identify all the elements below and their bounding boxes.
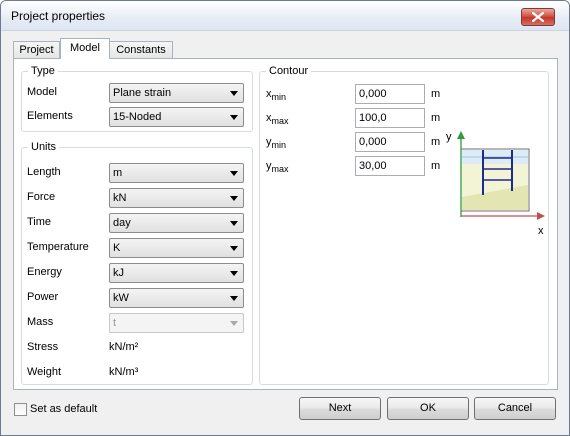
xmin-input[interactable]: 0,000 bbox=[355, 84, 425, 104]
model-tab-panel: Type Model Plane strain Elements 15-Node… bbox=[13, 58, 558, 390]
type-group: Type Model Plane strain Elements 15-Node… bbox=[21, 65, 253, 132]
mass-label: Mass bbox=[27, 316, 54, 328]
ymax-input[interactable]: 30,00 bbox=[355, 156, 425, 176]
contour-group-title: Contour bbox=[266, 65, 312, 77]
power-label: Power bbox=[27, 291, 59, 303]
diagram-x-label: x bbox=[538, 225, 544, 237]
energy-unit-value: kJ bbox=[113, 267, 124, 279]
weight-label: Weight bbox=[27, 366, 62, 378]
elements-select[interactable]: 15-Noded bbox=[109, 107, 244, 127]
chevron-down-icon bbox=[230, 196, 238, 201]
xmin-sub: min bbox=[271, 92, 287, 102]
title-bar: Project properties bbox=[1, 1, 569, 31]
temperature-unit-select[interactable]: K bbox=[109, 238, 244, 258]
chevron-down-icon bbox=[230, 246, 238, 251]
force-unit-select[interactable]: kN bbox=[109, 188, 244, 208]
mass-unit-select: t bbox=[109, 313, 244, 333]
y-axis-arrow-icon bbox=[457, 131, 465, 139]
time-unit-value: day bbox=[113, 217, 131, 229]
ymin-input[interactable]: 0,000 bbox=[355, 132, 425, 152]
close-button[interactable] bbox=[521, 8, 555, 26]
diagram-y-label: y bbox=[446, 131, 452, 143]
elements-label: Elements bbox=[27, 110, 73, 122]
force-label: Force bbox=[27, 191, 56, 203]
time-label: Time bbox=[27, 216, 52, 228]
cancel-button[interactable]: Cancel bbox=[474, 397, 556, 420]
length-label: Length bbox=[27, 166, 61, 178]
chevron-down-icon bbox=[230, 91, 238, 96]
window-title: Project properties bbox=[11, 9, 106, 23]
mass-unit-value: t bbox=[113, 317, 117, 329]
contour-diagram: y x bbox=[446, 131, 545, 237]
temperature-label: Temperature bbox=[27, 241, 89, 253]
model-label: Model bbox=[27, 86, 57, 98]
xmax-unit: m bbox=[431, 112, 441, 124]
chevron-down-icon bbox=[230, 321, 238, 326]
stress-label: Stress bbox=[27, 341, 59, 353]
ymin-label: ymin bbox=[266, 136, 286, 150]
set-default-label[interactable]: Set as default bbox=[30, 403, 97, 415]
chevron-down-icon bbox=[230, 221, 238, 226]
chevron-down-icon bbox=[230, 171, 238, 176]
xmax-sub: max bbox=[271, 116, 289, 126]
model-select-value: Plane strain bbox=[113, 87, 172, 99]
set-default-checkbox[interactable] bbox=[14, 403, 27, 416]
chevron-down-icon bbox=[230, 271, 238, 276]
ok-button[interactable]: OK bbox=[387, 397, 469, 420]
weight-unit-value: kN/m³ bbox=[109, 366, 139, 378]
ymax-sub: max bbox=[271, 164, 289, 174]
units-group: Units Length m Force kN Time day Tempera… bbox=[21, 141, 253, 385]
temperature-unit-value: K bbox=[113, 242, 121, 254]
chevron-down-icon bbox=[230, 115, 238, 120]
power-unit-value: kW bbox=[113, 292, 129, 304]
time-unit-select[interactable]: day bbox=[109, 213, 244, 233]
xmax-input[interactable]: 100,0 bbox=[355, 108, 425, 128]
ymax-unit: m bbox=[431, 160, 441, 172]
energy-label: Energy bbox=[27, 266, 62, 278]
contour-group: Contour xmin 0,000 m xmax 100,0 m ymin 0… bbox=[259, 65, 549, 385]
tab-project[interactable]: Project bbox=[13, 41, 60, 59]
ymin-sub: min bbox=[271, 140, 287, 150]
close-icon bbox=[532, 12, 544, 22]
elements-select-value: 15-Noded bbox=[113, 111, 162, 123]
xmax-label: xmax bbox=[266, 112, 289, 126]
power-unit-select[interactable]: kW bbox=[109, 288, 244, 308]
stress-unit-value: kN/m² bbox=[109, 341, 139, 353]
length-unit-value: m bbox=[113, 167, 123, 179]
type-group-title: Type bbox=[28, 65, 58, 77]
tab-model[interactable]: Model bbox=[60, 38, 110, 59]
length-unit-select[interactable]: m bbox=[109, 163, 244, 183]
x-axis-arrow-icon bbox=[537, 212, 545, 220]
force-unit-value: kN bbox=[113, 192, 127, 204]
project-properties-dialog: Project properties Project Model Constan… bbox=[0, 0, 570, 436]
chevron-down-icon bbox=[230, 296, 238, 301]
ymax-label: ymax bbox=[266, 160, 289, 174]
units-group-title: Units bbox=[28, 141, 60, 153]
ymin-unit: m bbox=[431, 136, 441, 148]
xmin-unit: m bbox=[431, 88, 441, 100]
tab-constants[interactable]: Constants bbox=[109, 41, 173, 59]
model-select[interactable]: Plane strain bbox=[109, 83, 244, 103]
next-button[interactable]: Next bbox=[299, 397, 381, 420]
xmin-label: xmin bbox=[266, 88, 286, 102]
energy-unit-select[interactable]: kJ bbox=[109, 263, 244, 283]
